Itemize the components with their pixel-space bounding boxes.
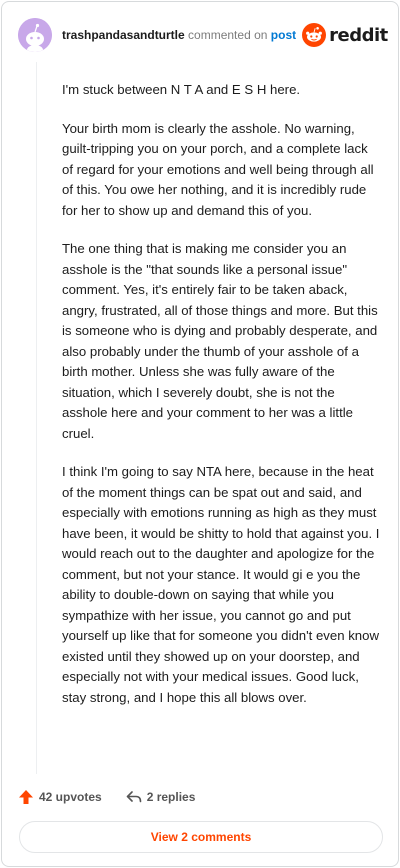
comment-paragraph: The one thing that is making me consider… xyxy=(62,241,378,441)
avatar[interactable] xyxy=(18,18,52,52)
author-line: trashpandasandturtle commented on post xyxy=(62,28,296,42)
author-name[interactable]: trashpandasandturtle xyxy=(62,28,185,42)
comment-header: trashpandasandturtle commented on post r… xyxy=(18,18,388,52)
comment-body: I'm stuck between N T A and E S H here. … xyxy=(62,80,382,726)
reply-arrow-icon xyxy=(126,791,142,803)
reddit-wordmark: reddit xyxy=(329,24,388,46)
thread-line[interactable] xyxy=(36,62,37,774)
post-link[interactable]: post xyxy=(271,28,296,42)
comment-paragraph: I'm stuck between N T A and E S H here. xyxy=(62,82,301,97)
reddit-logo-icon xyxy=(302,23,327,47)
comment-card: trashpandasandturtle commented on post r… xyxy=(1,1,399,867)
upvote-button[interactable]: 42 upvotes xyxy=(18,789,102,805)
comment-paragraph: Your birth mom is clearly the asshole. N… xyxy=(62,120,374,218)
snoo-avatar-icon xyxy=(18,18,52,52)
comment-paragraph: I think I'm going to say NTA here, becau… xyxy=(62,464,380,705)
replies-button[interactable]: 2 replies xyxy=(126,789,196,805)
comment-actions: 42 upvotes 2 replies xyxy=(18,785,195,809)
reddit-logo[interactable]: reddit xyxy=(302,23,388,47)
commented-on-text: commented on xyxy=(188,28,268,42)
upvote-count: 42 upvotes xyxy=(39,790,102,804)
replies-count: 2 replies xyxy=(146,790,196,804)
upvote-arrow-icon xyxy=(19,790,33,804)
view-comments-button[interactable]: View 2 comments xyxy=(19,821,383,853)
